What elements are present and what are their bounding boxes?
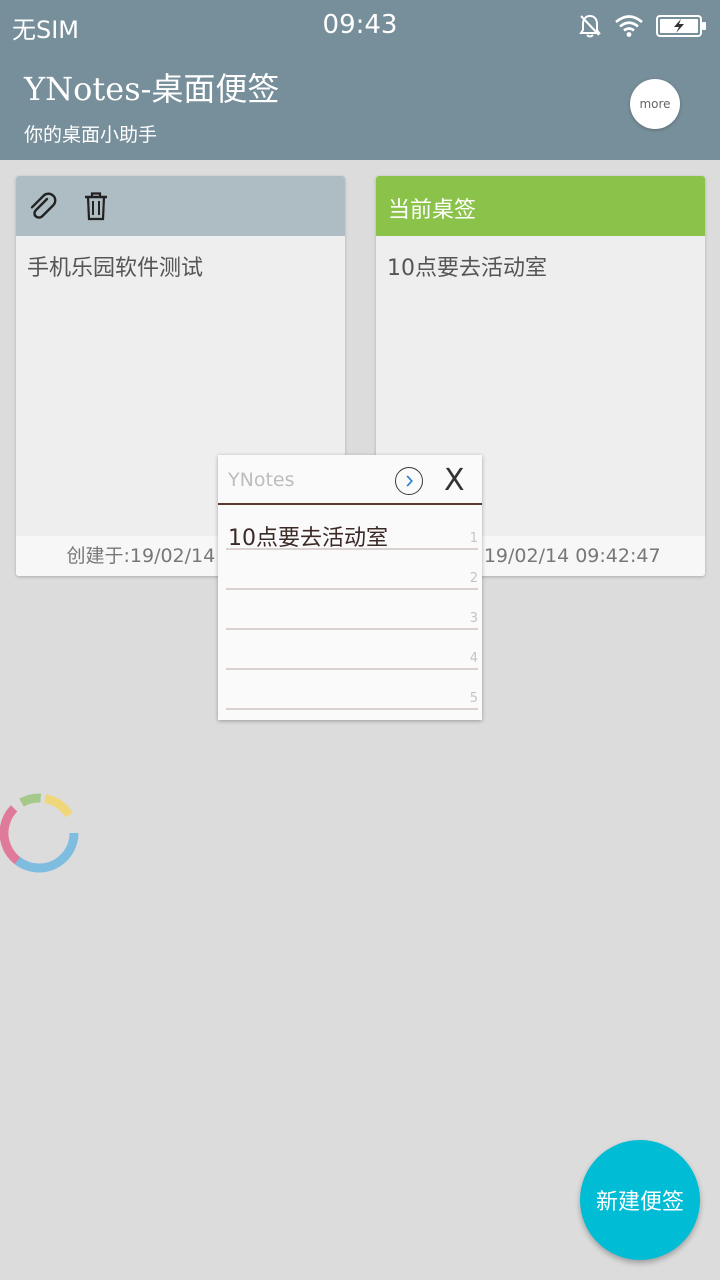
status-bar: 无SIM 09:43 <box>0 0 720 52</box>
floating-ball-icon[interactable] <box>0 788 84 878</box>
bell-off-icon <box>579 14 601 38</box>
app-header: 无SIM 09:43 YNotes-桌面便签 你的桌面小助手 more <box>0 0 720 160</box>
floating-note-widget[interactable]: YNotes X 10点要去活动室 1 2 3 4 5 <box>218 455 482 720</box>
app-title: YNotes-桌面便签 <box>24 70 280 108</box>
paperclip-icon[interactable] <box>26 190 58 222</box>
trash-icon[interactable] <box>80 190 112 222</box>
widget-header: YNotes X <box>218 455 482 505</box>
note-card-text: 10点要去活动室 <box>387 256 547 281</box>
line-number: 1 <box>469 531 478 546</box>
note-card-text: 手机乐园软件测试 <box>27 256 204 281</box>
widget-ruled-line <box>226 588 478 590</box>
note-card-header: 当前桌签 <box>376 176 705 236</box>
more-button[interactable]: more <box>630 79 680 129</box>
widget-ruled-line <box>226 628 478 630</box>
status-icons <box>578 10 708 42</box>
line-number: 2 <box>469 571 478 586</box>
current-note-label: 当前桌签 <box>388 198 477 223</box>
widget-ruled-line <box>226 668 478 670</box>
new-note-button[interactable]: 新建便签 <box>580 1140 700 1260</box>
widget-title: YNotes <box>228 469 295 491</box>
widget-ruled-line <box>226 548 478 550</box>
line-number: 5 <box>469 691 478 706</box>
app-subtitle: 你的桌面小助手 <box>24 124 158 146</box>
wifi-icon <box>615 15 643 37</box>
line-number: 3 <box>469 611 478 626</box>
line-number: 4 <box>469 651 478 666</box>
arrow-right-icon[interactable] <box>395 467 423 495</box>
widget-ruled-line <box>226 708 478 710</box>
close-icon[interactable]: X <box>444 463 465 498</box>
note-card-header <box>16 176 345 236</box>
battery-icon <box>656 15 706 37</box>
